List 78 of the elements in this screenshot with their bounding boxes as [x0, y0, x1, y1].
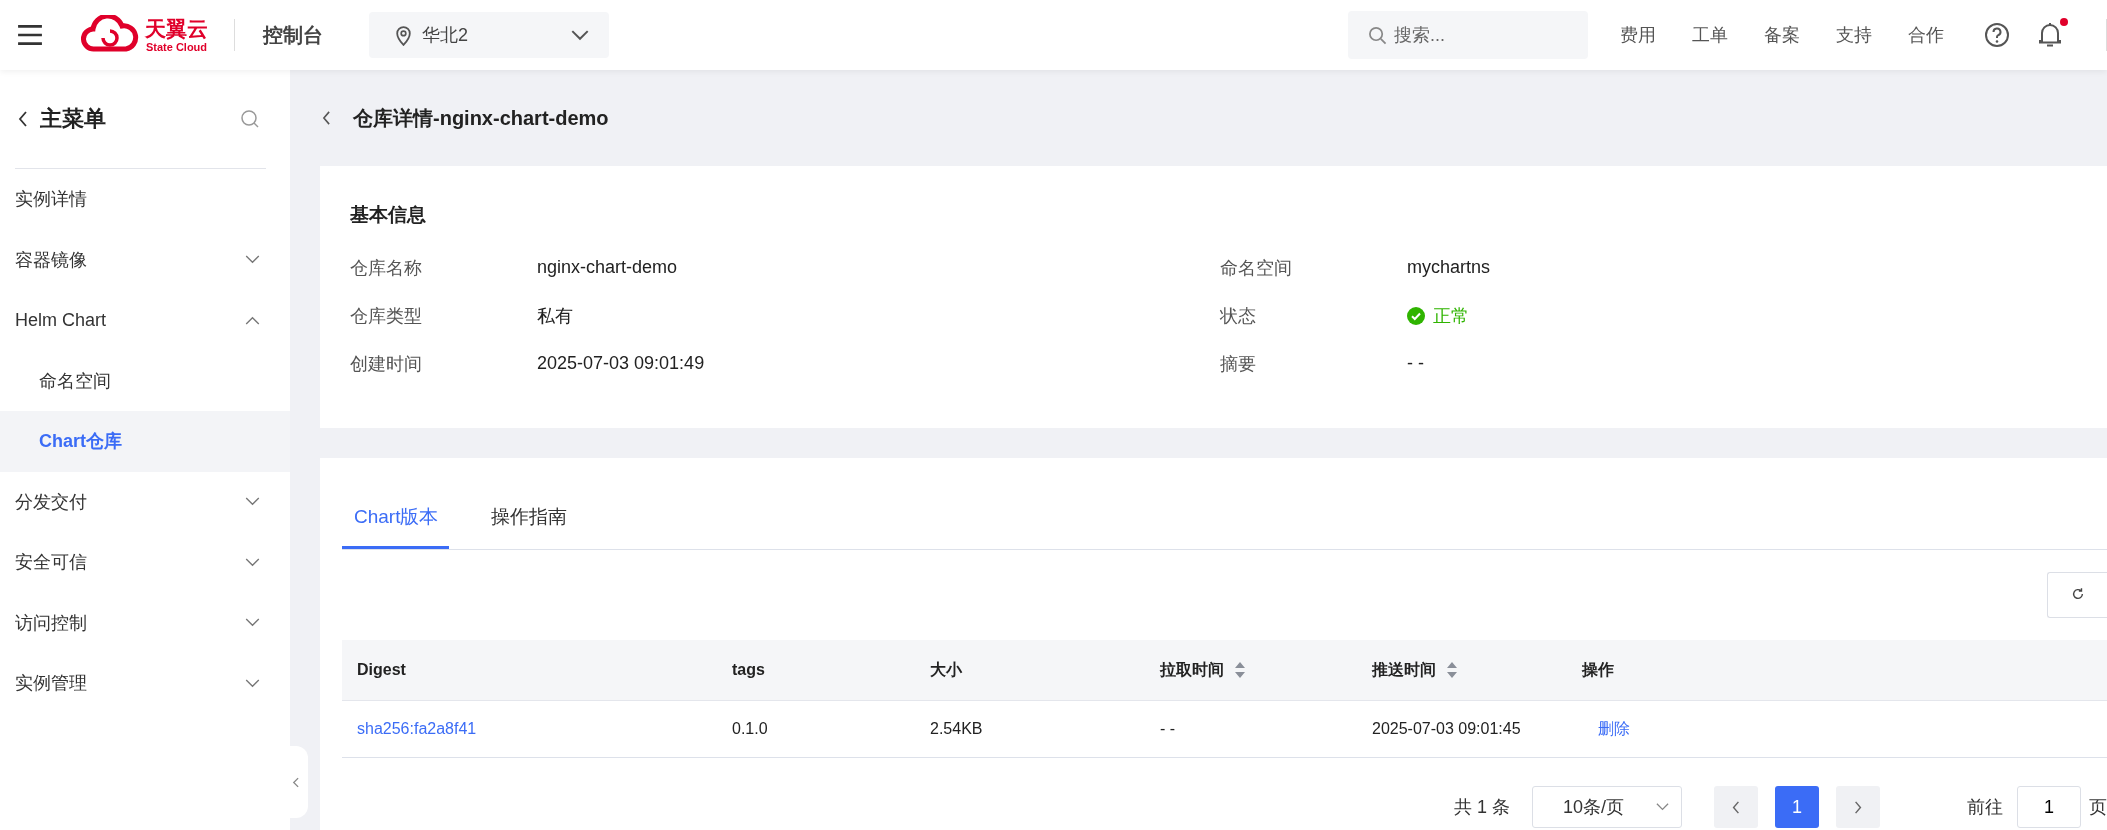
logo-text: 天翼云 [145, 17, 208, 41]
field-value: 私有 [537, 304, 573, 328]
sidebar-item[interactable]: 实例详情 [0, 169, 290, 230]
refresh-icon [2070, 586, 2085, 601]
tab[interactable]: 操作指南 [479, 504, 579, 549]
section-title: 基本信息 [350, 203, 427, 227]
nav-link[interactable]: 支持 [1836, 23, 1872, 47]
sort-icon[interactable] [1446, 661, 1458, 679]
search-field[interactable]: 搜索... [1348, 11, 1588, 59]
column-header: 大小 [929, 659, 963, 680]
check-circle-icon [1407, 306, 1425, 325]
column-header[interactable]: 推送时间 [1357, 640, 1567, 700]
field-value: nginx-chart-demo [537, 257, 678, 278]
page-title: 仓库详情-nginx-chart-demo [353, 105, 609, 131]
table-cell: 2.54KB [930, 720, 983, 738]
field-label: 仓库类型 [350, 304, 423, 328]
digest-link[interactable]: sha256:fa2a8f41 [357, 720, 477, 738]
chevron-left-icon [291, 776, 299, 788]
chevron-down-icon [245, 255, 260, 265]
field-label: 命名空间 [1220, 256, 1293, 280]
chevron-down-icon [245, 557, 260, 567]
chevron-down-icon [245, 497, 260, 507]
chevron-down-icon [245, 678, 260, 688]
help-icon[interactable] [1984, 22, 2010, 48]
goto-label: 前往 [1967, 796, 2003, 819]
table-cell: - - [1160, 720, 1176, 738]
sidebar-item[interactable]: 分发交付 [0, 471, 290, 532]
sidebar-item[interactable]: 容器镜像 [0, 229, 290, 290]
field-value: - - [1407, 353, 1424, 374]
field-label: 摘要 [1220, 352, 1257, 376]
back-icon[interactable] [18, 111, 28, 127]
nav-link[interactable]: 备案 [1764, 23, 1800, 47]
location-pin-icon [395, 24, 412, 46]
column-header: 操作 [1580, 659, 1615, 680]
chevron-left-icon [1732, 800, 1740, 814]
table-cell: 2025-07-03 09:01:45 [1372, 720, 1521, 738]
sidebar-subitem[interactable]: 命名空间 [0, 350, 290, 411]
page-input[interactable]: 1 [2017, 786, 2081, 828]
sidebar-item[interactable]: 实例管理 [0, 653, 290, 714]
page-size-select[interactable]: 10条/页 [1532, 786, 1682, 828]
field-value: mychartns [1407, 257, 1491, 278]
field-label: 状态 [1220, 304, 1257, 328]
column-header[interactable]: 拉取时间 [1145, 640, 1357, 700]
total-count: 共 1 条 [1454, 796, 1510, 819]
cloud-logo-icon [79, 15, 141, 55]
field-label: 仓库名称 [350, 256, 423, 280]
tab[interactable]: Chart版本 [342, 504, 450, 549]
chevron-down-icon [571, 29, 589, 41]
sidebar-subitem[interactable]: Chart仓库 [0, 411, 290, 472]
nav-link[interactable]: 合作 [1908, 23, 1944, 47]
field-label: 创建时间 [350, 352, 423, 376]
chevron-up-icon [245, 315, 260, 325]
menu-icon[interactable] [17, 24, 43, 46]
delete-link[interactable]: 删除 [1582, 718, 1630, 740]
table-cell: 0.1.0 [732, 720, 768, 738]
logo-subtitle: State Cloud [145, 41, 208, 53]
search-icon[interactable] [240, 109, 260, 129]
column-header: Digest [356, 660, 407, 680]
field-value: 2025-07-03 09:01:49 [537, 353, 705, 374]
chevron-right-icon [1854, 800, 1862, 814]
search-icon [1368, 26, 1387, 45]
chevron-down-icon [245, 618, 260, 628]
sidebar-item[interactable]: 安全可信 [0, 532, 290, 593]
page-unit: 页 [2089, 796, 2107, 819]
chevron-down-icon [1656, 803, 1669, 811]
back-icon[interactable] [322, 111, 331, 125]
bell-icon[interactable] [2038, 22, 2062, 48]
sidebar-item[interactable]: 访问控制 [0, 592, 290, 653]
nav-link[interactable]: 费用 [1620, 23, 1656, 47]
nav-link[interactable]: 工单 [1692, 23, 1728, 47]
sidebar-item[interactable]: Helm Chart [0, 290, 290, 351]
sidebar-title: 主菜单 [40, 105, 107, 133]
column-header: tags [731, 660, 766, 680]
page-button[interactable]: 1 [1775, 786, 1819, 828]
status-value: 正常 [1407, 303, 1469, 328]
region-select[interactable]: 华北2 [369, 12, 609, 58]
sort-icon[interactable] [1234, 661, 1246, 679]
console-title: 控制台 [263, 22, 323, 48]
